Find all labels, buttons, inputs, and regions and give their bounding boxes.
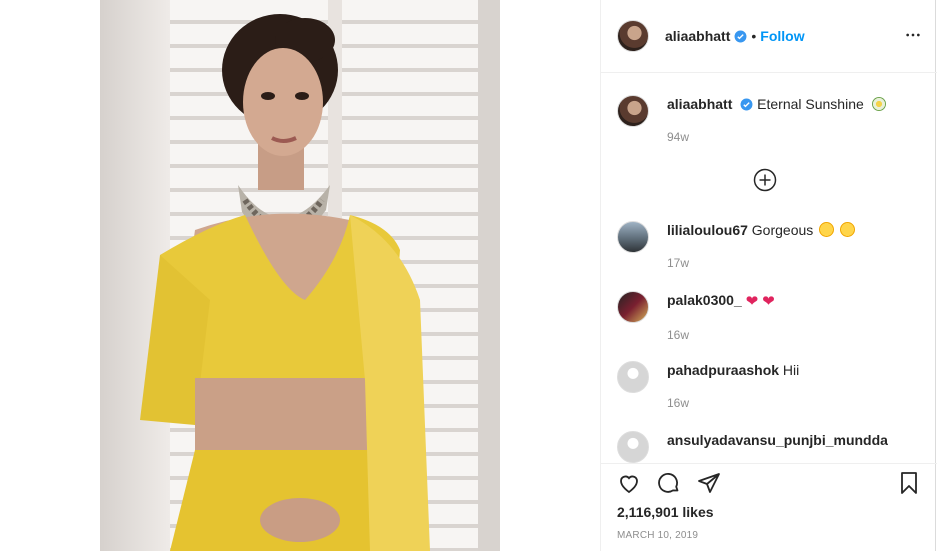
heart-outline-icon[interactable] xyxy=(617,471,641,495)
comments-list[interactable]: aliaabhatt Eternal Sunshine 94w lilialou… xyxy=(601,73,937,463)
post-media-area xyxy=(0,0,600,551)
caption-username[interactable]: aliaabhatt xyxy=(667,96,732,112)
owner-username[interactable]: aliaabhatt xyxy=(665,28,730,44)
comment-username[interactable]: pahadpuraashok xyxy=(667,362,779,378)
post-actions: 2,116,901 likes MARCH 10, 2019 xyxy=(601,463,937,551)
verified-badge-icon xyxy=(740,98,753,111)
verified-badge-icon xyxy=(734,30,747,42)
star-struck-emoji-icon xyxy=(840,222,856,237)
comment-row: lilialoulou67 Gorgeous 17w xyxy=(617,221,921,272)
bookmark-icon[interactable] xyxy=(897,471,921,495)
post-date[interactable]: MARCH 10, 2019 xyxy=(617,530,698,541)
comment-row: palak0300_ ❤ ❤ 16w xyxy=(617,291,921,344)
load-more-comments-icon[interactable] xyxy=(753,168,777,192)
owner-avatar[interactable] xyxy=(617,20,649,52)
comment-time[interactable]: 16w xyxy=(667,326,775,344)
commenter-avatar[interactable] xyxy=(617,361,649,393)
more-options-icon[interactable] xyxy=(905,27,921,43)
header-separator: • xyxy=(751,28,757,44)
likes-count[interactable]: 2,116,901 likes xyxy=(617,504,714,520)
commenter-avatar[interactable] xyxy=(617,431,649,463)
post-header: aliaabhatt • Follow xyxy=(601,0,937,73)
comment-time[interactable]: 16w xyxy=(667,394,799,412)
commenter-avatar[interactable] xyxy=(617,221,649,253)
comment-time[interactable]: 17w xyxy=(667,254,855,272)
caption-text: Eternal Sunshine xyxy=(757,96,864,112)
caption-avatar[interactable] xyxy=(617,95,649,127)
comment-bubble-icon[interactable] xyxy=(657,471,681,495)
paper-plane-icon[interactable] xyxy=(697,471,721,495)
comment-text: Hii xyxy=(782,362,800,378)
flower-emoji-icon xyxy=(871,97,886,111)
comment-username[interactable]: lilialoulou67 xyxy=(667,222,748,238)
post-photo[interactable] xyxy=(100,0,500,551)
comment-username[interactable]: palak0300_ xyxy=(667,292,742,308)
comment-username[interactable]: ansulyadavansu_punjbi_mundda xyxy=(667,432,888,448)
comment-row: pahadpuraashok Hii 16w xyxy=(617,361,921,412)
star-struck-emoji-icon xyxy=(819,222,835,237)
comment-row: ansulyadavansu_punjbi_mundda xyxy=(617,431,921,463)
red-heart-emoji-icon: ❤ xyxy=(745,293,759,310)
caption-time[interactable]: 94w xyxy=(667,128,886,146)
comment-text: Gorgeous xyxy=(751,222,814,238)
post-side-panel: aliaabhatt • Follow aliaabhatt Eternal S… xyxy=(600,0,937,551)
caption-row: aliaabhatt Eternal Sunshine 94w xyxy=(617,95,921,146)
follow-button[interactable]: Follow xyxy=(760,28,804,44)
red-heart-emoji-icon: ❤ xyxy=(762,293,775,310)
commenter-avatar[interactable] xyxy=(617,291,649,323)
photo-subject-illustration xyxy=(140,14,430,551)
